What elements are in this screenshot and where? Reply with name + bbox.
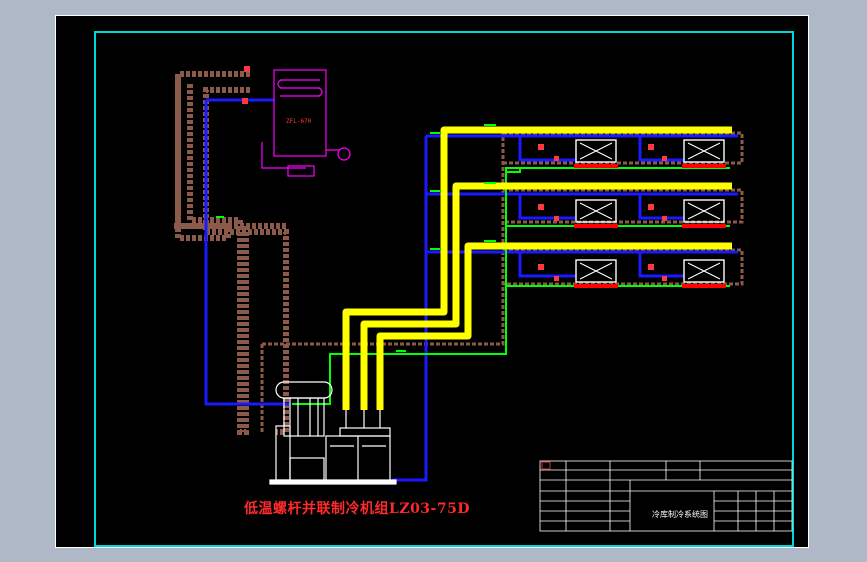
title-block bbox=[539, 460, 793, 532]
evaporator-unit-icon bbox=[574, 199, 618, 228]
title-block-drawing-name: 冷库制冷系统图 bbox=[652, 510, 708, 519]
evaporator-unit-icon bbox=[682, 199, 726, 228]
drawing-title: 低温螺杆并联制冷机组LZ03-75D bbox=[244, 501, 470, 517]
hot-gas-lines bbox=[292, 167, 730, 405]
condenser-label: ZFL-670 bbox=[286, 118, 312, 125]
refrigeration-system-diagram bbox=[174, 66, 793, 532]
